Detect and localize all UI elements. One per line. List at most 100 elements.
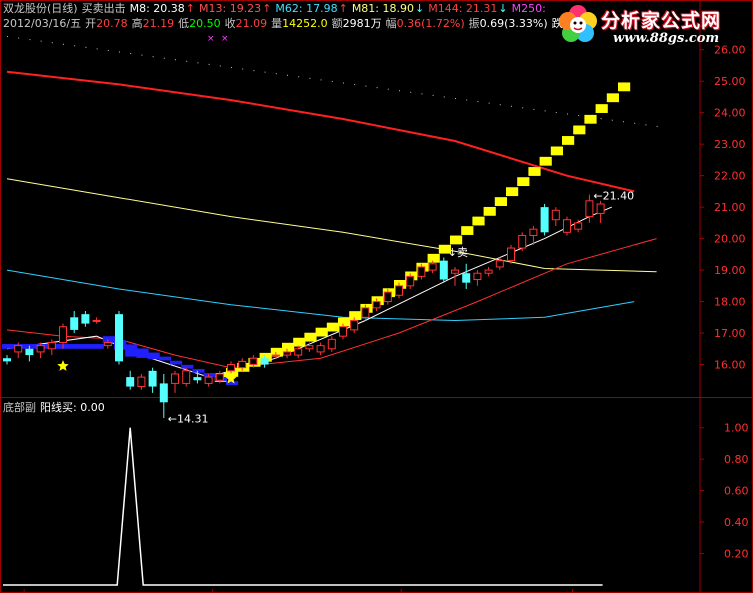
candle-body <box>36 345 45 353</box>
ma250-dot <box>600 118 602 120</box>
ma250-dot <box>611 119 613 121</box>
candle-body <box>327 338 336 350</box>
kline-chart[interactable]: ←14.31 ←21.40 ↓卖 × × 16.00 17.00 18.00 19.00 20.… <box>0 0 753 593</box>
ma250-dot <box>320 79 322 81</box>
ohlc-label: 量14252.0 <box>271 17 328 30</box>
ohlc-value: 2981万 <box>342 17 382 30</box>
ohlc-value: 20.50 <box>189 17 221 30</box>
candle <box>137 373 146 390</box>
resistance-band-step <box>170 360 183 365</box>
resistance-band-step <box>24 344 37 349</box>
candle <box>148 367 157 393</box>
stock-title[interactable]: 双龙股份(日线) <box>3 2 78 15</box>
candle-body <box>283 351 291 356</box>
ma250-dot <box>533 108 535 110</box>
candle <box>316 342 325 356</box>
support-band-step <box>293 337 306 347</box>
ma250-dot <box>455 98 456 99</box>
candle-body <box>3 358 11 362</box>
candle-body <box>484 269 493 274</box>
candle <box>3 355 11 365</box>
candle-body <box>383 291 392 303</box>
ma250-dot <box>74 45 76 47</box>
ma250-dot <box>499 104 501 106</box>
candle <box>574 219 583 233</box>
ma250-dot <box>208 63 210 65</box>
candlesticks[interactable] <box>3 194 605 419</box>
candle <box>507 244 515 264</box>
ma250-dot <box>96 48 98 50</box>
ohlc-label: 高21.19 <box>131 17 175 30</box>
candle-body <box>462 273 471 283</box>
candle-body <box>182 370 191 384</box>
candle-body <box>585 200 594 218</box>
sub-tick-label: 0.20 <box>724 548 749 561</box>
candle-body <box>428 263 437 271</box>
candle <box>451 266 459 286</box>
support-band-step <box>282 342 295 352</box>
candle-body <box>249 357 258 366</box>
candle-body <box>361 307 370 318</box>
logo-name: 分析家公式网 <box>601 10 722 32</box>
ma250-dot <box>488 102 490 104</box>
support-band-step <box>539 156 552 166</box>
candle-body <box>473 272 482 281</box>
sub-panel-title: 底部副 <box>3 401 36 414</box>
price-tick-label: 16.00 <box>714 359 746 372</box>
support-band-step <box>450 235 463 245</box>
flower-logo-icon <box>559 5 597 42</box>
ma250-dot <box>421 93 423 95</box>
resistance-band-step <box>2 344 15 349</box>
ohlc-label: 幅0.36(1.72%) <box>385 17 465 30</box>
price-tick-label: 24.00 <box>714 107 746 120</box>
ma-label: M250: <box>511 2 546 15</box>
sub-tick-label: 0.60 <box>724 485 749 498</box>
ma250-dot <box>152 56 154 58</box>
ma250-dot <box>544 110 546 112</box>
logo-url[interactable]: www.88gs.com <box>613 31 719 46</box>
candle-body <box>204 376 213 384</box>
candle <box>462 263 471 289</box>
candle-body <box>171 373 179 384</box>
sub-tick-label: 1.00 <box>724 422 749 435</box>
candle-body <box>518 234 527 249</box>
candle-body <box>406 275 415 287</box>
ma250-dot <box>219 65 221 67</box>
trend-arrow-icon: ↓ <box>415 2 425 15</box>
ma250-dot <box>466 99 468 101</box>
candle <box>484 266 493 277</box>
resistance-band-step <box>136 348 149 358</box>
ohlc-label: 收21.09 <box>224 17 268 30</box>
candle-body <box>70 317 79 330</box>
support-band-step <box>461 226 474 235</box>
ma250-dot <box>511 105 512 107</box>
ma250-dot <box>197 62 199 64</box>
candle-body <box>316 345 325 353</box>
candle <box>92 317 101 324</box>
trend-arrow-icon: ↑ <box>185 2 195 15</box>
ma250-dot <box>141 54 143 56</box>
support-band-step <box>427 253 440 263</box>
ma250-dot <box>410 91 412 93</box>
ma250-dot <box>309 77 311 79</box>
candle-body <box>14 345 23 353</box>
candle <box>182 367 191 387</box>
candle-body <box>238 360 247 369</box>
candle-body <box>574 222 583 230</box>
ohlc-value: 20.78 <box>96 17 128 30</box>
candle-body <box>350 319 359 331</box>
site-logo: 分析家公式网 www.88gs.com <box>553 0 753 50</box>
candle <box>585 194 594 223</box>
ma250-dot <box>186 60 188 62</box>
trend-arrow-icon: ↓ <box>498 2 508 15</box>
resistance-band-step <box>102 336 115 343</box>
ma250-dot <box>343 82 344 84</box>
ma250-dot <box>567 113 568 115</box>
candle <box>473 270 482 286</box>
price-tick-label: 23.00 <box>714 138 746 151</box>
support-band-step <box>304 332 317 342</box>
ma250-dot <box>645 124 647 126</box>
candle-body <box>25 348 34 356</box>
signal-line <box>3 427 603 586</box>
ma250-dot <box>578 115 580 117</box>
